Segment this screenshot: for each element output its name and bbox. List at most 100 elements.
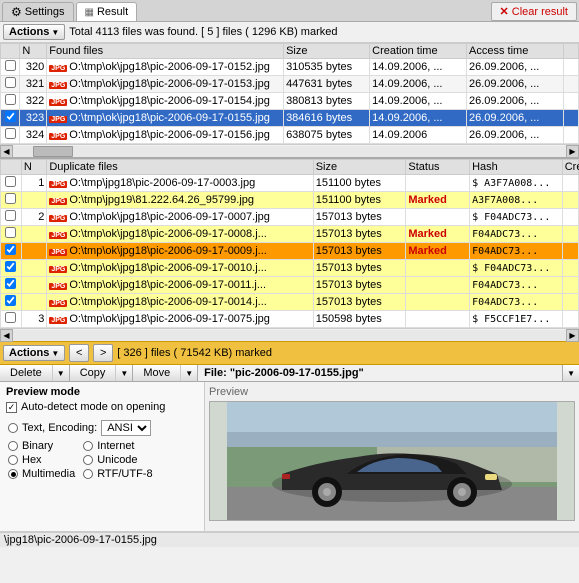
scroll-track <box>13 146 566 157</box>
found-scrollbar[interactable]: ◀ ▶ <box>0 144 579 157</box>
row-extra <box>563 110 578 127</box>
dup-row-path: JPGO:\tmp\ok\jpg18\pic-2006-09-17-0075.j… <box>47 311 313 328</box>
copy-button[interactable]: Copy <box>70 365 117 381</box>
dup-row-checkbox[interactable] <box>1 294 22 311</box>
dup-file-row[interactable]: JPGO:\tmp\ok\jpg18\pic-2006-09-17-0008.j… <box>1 226 579 243</box>
delete-arrow[interactable]: ▼ <box>53 365 70 381</box>
row-created: 14.09.2006 <box>370 127 467 144</box>
dup-row-hash: F04ADC73... <box>470 226 563 243</box>
dup-scroll-left[interactable]: ◀ <box>0 329 13 342</box>
tab-settings[interactable]: ⚙ Settings <box>2 2 74 21</box>
bottom-actions-label: Actions <box>9 347 49 359</box>
scroll-thumb[interactable] <box>33 146 73 157</box>
multimedia-radio[interactable] <box>8 469 18 479</box>
preview-mode-title: Preview mode <box>6 386 198 398</box>
status-bar: \jpg18\pic-2006-09-17-0155.jpg <box>0 532 579 547</box>
dup-row-checkbox[interactable] <box>1 243 22 260</box>
gear-icon: ⚙ <box>11 5 22 19</box>
dup-row-cre <box>562 209 578 226</box>
row-size: 380813 bytes <box>284 93 370 110</box>
encoding-select[interactable]: ANSI <box>101 420 151 436</box>
row-access: 26.09.2006, ... <box>467 59 564 76</box>
next-button[interactable]: > <box>93 344 113 362</box>
dup-file-row[interactable]: JPGO:\tmp\ok\jpg18\pic-2006-09-17-0011.j… <box>1 277 579 294</box>
dup-row-num: 3 <box>21 311 46 328</box>
dup-row-hash: $ F04ADC73... <box>470 260 563 277</box>
top-status-text: Total 4113 files was found. [ 5 ] files … <box>69 26 337 38</box>
dup-file-row[interactable]: JPGO:\tmp\ok\jpg18\pic-2006-09-17-0014.j… <box>1 294 579 311</box>
dup-file-row[interactable]: 2 JPGO:\tmp\ok\jpg18\pic-2006-09-17-0007… <box>1 209 579 226</box>
dup-scroll-right[interactable]: ▶ <box>566 329 579 342</box>
dup-row-size: 150598 bytes <box>313 311 406 328</box>
found-file-row[interactable]: 320 JPGO:\tmp\ok\jpg18\pic-2006-09-17-01… <box>1 59 579 76</box>
rtf-radio[interactable] <box>83 469 93 479</box>
dup-row-num <box>21 277 46 294</box>
dup-row-checkbox[interactable] <box>1 311 22 328</box>
bottom-area: Preview mode ✓ Auto-detect mode on openi… <box>0 382 579 532</box>
copy-arrow[interactable]: ▼ <box>116 365 133 381</box>
delete-button[interactable]: Delete <box>0 365 53 381</box>
internet-option[interactable]: Internet <box>83 440 152 452</box>
found-file-row[interactable]: 323 JPGO:\tmp\ok\jpg18\pic-2006-09-17-01… <box>1 110 579 127</box>
prev-button[interactable]: < <box>69 344 89 362</box>
auto-detect-option[interactable]: ✓ Auto-detect mode on opening <box>6 401 198 413</box>
row-size: 638075 bytes <box>284 127 370 144</box>
found-file-row[interactable]: 324 JPGO:\tmp\ok\jpg18\pic-2006-09-17-01… <box>1 127 579 144</box>
rtf-option[interactable]: RTF/UTF-8 <box>83 468 152 480</box>
binary-option[interactable]: Binary <box>8 440 75 452</box>
auto-detect-check[interactable]: ✓ <box>6 402 17 413</box>
unicode-radio[interactable] <box>83 455 93 465</box>
move-button[interactable]: Move <box>133 365 181 381</box>
dup-row-hash: A3F7A008... <box>470 192 563 209</box>
tool-buttons-row: Delete ▼ Copy ▼ Move ▼ File: "pic-2006-0… <box>0 365 579 382</box>
scroll-right-arrow[interactable]: ▶ <box>566 145 579 158</box>
dup-scroll-track <box>13 330 566 341</box>
row-access: 26.09.2006, ... <box>467 127 564 144</box>
scroll-left-arrow[interactable]: ◀ <box>0 145 13 158</box>
file-label-arrow[interactable]: ▼ <box>562 365 579 381</box>
dup-scrollbar[interactable]: ◀ ▶ <box>0 328 579 341</box>
text-radio[interactable] <box>8 423 18 433</box>
row-checkbox[interactable] <box>1 93 20 110</box>
hex-option[interactable]: Hex <box>8 454 75 466</box>
row-num: 323 <box>20 110 47 127</box>
found-file-row[interactable]: 321 JPGO:\tmp\ok\jpg18\pic-2006-09-17-01… <box>1 76 579 93</box>
dup-row-checkbox[interactable] <box>1 226 22 243</box>
row-size: 384616 bytes <box>284 110 370 127</box>
row-checkbox[interactable] <box>1 110 20 127</box>
dup-file-row[interactable]: JPGO:\tmp\jpg19\81.222.64.26_95799.jpg 1… <box>1 192 579 209</box>
marked-text: [ 326 ] files ( 71542 KB) marked <box>117 347 272 359</box>
dup-row-status <box>406 277 470 294</box>
row-checkbox[interactable] <box>1 59 20 76</box>
dup-row-size: 157013 bytes <box>313 209 406 226</box>
dup-file-row[interactable]: 1 JPGO:\tmp\jpg18\pic-2006-09-17-0003.jp… <box>1 175 579 192</box>
dup-row-num <box>21 192 46 209</box>
bottom-actions-button[interactable]: Actions ▼ <box>3 345 65 361</box>
hex-radio[interactable] <box>8 455 18 465</box>
dup-files-section: N Duplicate files Size Status Hash Cre 1… <box>0 159 579 341</box>
top-actions-bar: Actions ▼ Total 4113 files was found. [ … <box>0 22 579 43</box>
dup-col-size: Size <box>313 160 406 175</box>
internet-radio[interactable] <box>83 441 93 451</box>
tab-settings-label: Settings <box>25 6 65 18</box>
move-arrow[interactable]: ▼ <box>181 365 198 381</box>
dup-row-checkbox[interactable] <box>1 277 22 294</box>
dup-file-row[interactable]: 3 JPGO:\tmp\ok\jpg18\pic-2006-09-17-0075… <box>1 311 579 328</box>
delete-button-group: Delete ▼ <box>0 365 70 381</box>
multimedia-option[interactable]: Multimedia <box>8 468 75 480</box>
dup-file-row[interactable]: JPGO:\tmp\ok\jpg18\pic-2006-09-17-0009.j… <box>1 243 579 260</box>
row-checkbox[interactable] <box>1 76 20 93</box>
binary-radio[interactable] <box>8 441 18 451</box>
top-actions-button[interactable]: Actions ▼ <box>3 24 65 40</box>
found-file-row[interactable]: 322 JPGO:\tmp\ok\jpg18\pic-2006-09-17-01… <box>1 93 579 110</box>
clear-result-button[interactable]: ✕ Clear result <box>491 2 577 21</box>
tab-result[interactable]: ▦ Result <box>76 2 138 21</box>
dup-file-row[interactable]: JPGO:\tmp\ok\jpg18\pic-2006-09-17-0010.j… <box>1 260 579 277</box>
dup-row-checkbox[interactable] <box>1 209 22 226</box>
unicode-option[interactable]: Unicode <box>83 454 152 466</box>
dup-row-checkbox[interactable] <box>1 175 22 192</box>
row-checkbox[interactable] <box>1 127 20 144</box>
row-path: JPGO:\tmp\ok\jpg18\pic-2006-09-17-0155.j… <box>47 110 284 127</box>
dup-row-checkbox[interactable] <box>1 192 22 209</box>
dup-row-checkbox[interactable] <box>1 260 22 277</box>
